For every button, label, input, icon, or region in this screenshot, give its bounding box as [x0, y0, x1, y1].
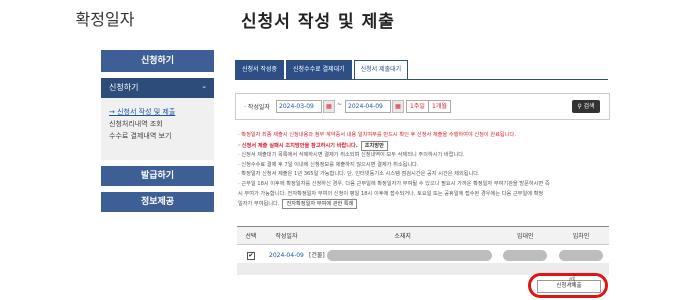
- date-label: · 작성일자: [244, 104, 270, 111]
- row-date-link[interactable]: 2024-04-09: [269, 252, 304, 259]
- notice-item: · 확정일자 최종 제출시 신청내용과 첨부 계약증서 내용 일치여부를 반드시…: [238, 132, 516, 138]
- redacted-lessee: [559, 250, 604, 261]
- calendar-icon[interactable]: ▦: [392, 100, 404, 113]
- sidebar-item-write-submit[interactable]: → 신청서 작성 및 제출: [109, 106, 214, 118]
- address-prefix: [건물]: [309, 252, 325, 259]
- sidebar-header[interactable]: 신청하기: [101, 50, 214, 72]
- collapse-icon[interactable]: -: [202, 78, 206, 98]
- row-checkbox[interactable]: ✔: [246, 251, 255, 260]
- range-separator: ~: [337, 101, 343, 108]
- application-table: 선택 작성일자 소재지 임대인 임차인 ✔ 2024-04-09 [건물]: [237, 226, 609, 267]
- notice-item: · 신청서 제출대기 목록에서 삭제하시면 결제가 취소되며 신청내역이 모두 …: [238, 152, 465, 159]
- search-panel: · 작성일자 2024-03-09 ▦ ~ 2024-04-09 ▦ 1주일 1…: [235, 93, 610, 120]
- tab-writing[interactable]: 신청서 작성중: [235, 60, 285, 80]
- special-rule-button[interactable]: 전자확정일자 부여에 관한 특례: [282, 199, 358, 210]
- sidebar-list: → 신청서 작성 및 제출 신청처리내역 조회 수수료 결제내역 보기: [101, 98, 214, 160]
- month-button[interactable]: 1개월: [428, 100, 451, 113]
- tab-bar: 신청서 작성중 신청수수료 결제대기 신청서 제출대기: [235, 60, 409, 80]
- end-date-input[interactable]: 2024-04-09: [345, 100, 391, 113]
- notice-item: · 신청서 제출 실패시 조치방안을 참고하시기 바랍니다. 조치방안: [238, 140, 613, 152]
- redacted-lessor: [503, 250, 548, 261]
- col-lessor: 임대인: [497, 226, 554, 245]
- col-select: 선택: [237, 226, 265, 245]
- sidebar-sub-label: 신청하기: [109, 83, 139, 92]
- sidebar: 신청하기 신청하기 - → 신청서 작성 및 제출 신청처리내역 조회 수수료 …: [101, 50, 214, 212]
- tab-submit-pending[interactable]: 신청서 제출대기: [353, 60, 409, 80]
- sidebar-item-payment[interactable]: 수수료 결제내역 보기: [109, 130, 214, 142]
- col-date: 작성일자: [264, 226, 309, 245]
- calendar-icon[interactable]: ▦: [323, 100, 335, 113]
- search-button-label: 검색: [583, 103, 595, 110]
- search-button[interactable]: ⚲ 검색: [572, 100, 600, 113]
- notice-item: · 확정일자 신청서 제출은 1년 365일 가능합니다. 단, 인터넷등기소 …: [238, 171, 480, 178]
- col-address: 소재지: [308, 226, 498, 245]
- action-plan-button[interactable]: 조치방안: [360, 140, 388, 151]
- notice-item: 시 부여가 가능합니다. 전자확정일자 부여의 신청이 평일 18시 이후에 접…: [238, 190, 544, 197]
- pointer-hand-icon: ☝: [568, 273, 576, 288]
- week-button[interactable]: 1주일: [406, 100, 429, 113]
- redacted-address: [326, 250, 492, 261]
- sidebar-item-info[interactable]: 정보제공: [101, 192, 214, 212]
- notice-list: · 확정일자 최종 제출시 신청내용과 첨부 계약증서 내용 일치여부를 반드시…: [238, 131, 613, 210]
- left-page-title: 확정일자: [75, 10, 135, 29]
- notice-item: · 신청수수료 결제 후 7일 이내에 신청정보를 제출하지 않으시면 결제가 …: [238, 161, 419, 168]
- notice-text: · 신청서 제출 실패시 조치방안을 참고하시기 바랍니다.: [238, 142, 358, 149]
- search-icon: ⚲: [577, 103, 582, 110]
- notice-item: · 근무일 18시 이후에 확정일자를 신청하신 경우, 다음 근무일에 확정일…: [238, 180, 550, 187]
- tab-underline: [235, 79, 608, 80]
- col-lessee: 임차인: [553, 226, 609, 245]
- page-title: 신청서 작성 및 제출: [241, 12, 395, 32]
- notice-item: 일자가 부여됩니다. 전자확정일자 부여에 관한 특례: [238, 199, 613, 210]
- table-header-row: 선택 작성일자 소재지 임대인 임차인: [237, 226, 609, 245]
- start-date-input[interactable]: 2024-03-09: [276, 100, 322, 113]
- tab-payment-pending[interactable]: 신청수수료 결제대기: [286, 60, 352, 80]
- sidebar-sub-header[interactable]: 신청하기 -: [101, 78, 214, 98]
- notice-text: 일자가 부여됩니다.: [238, 201, 280, 208]
- sidebar-item-issue[interactable]: 발급하기: [101, 166, 214, 186]
- sidebar-item-history[interactable]: 신청처리내역 조회: [109, 118, 214, 130]
